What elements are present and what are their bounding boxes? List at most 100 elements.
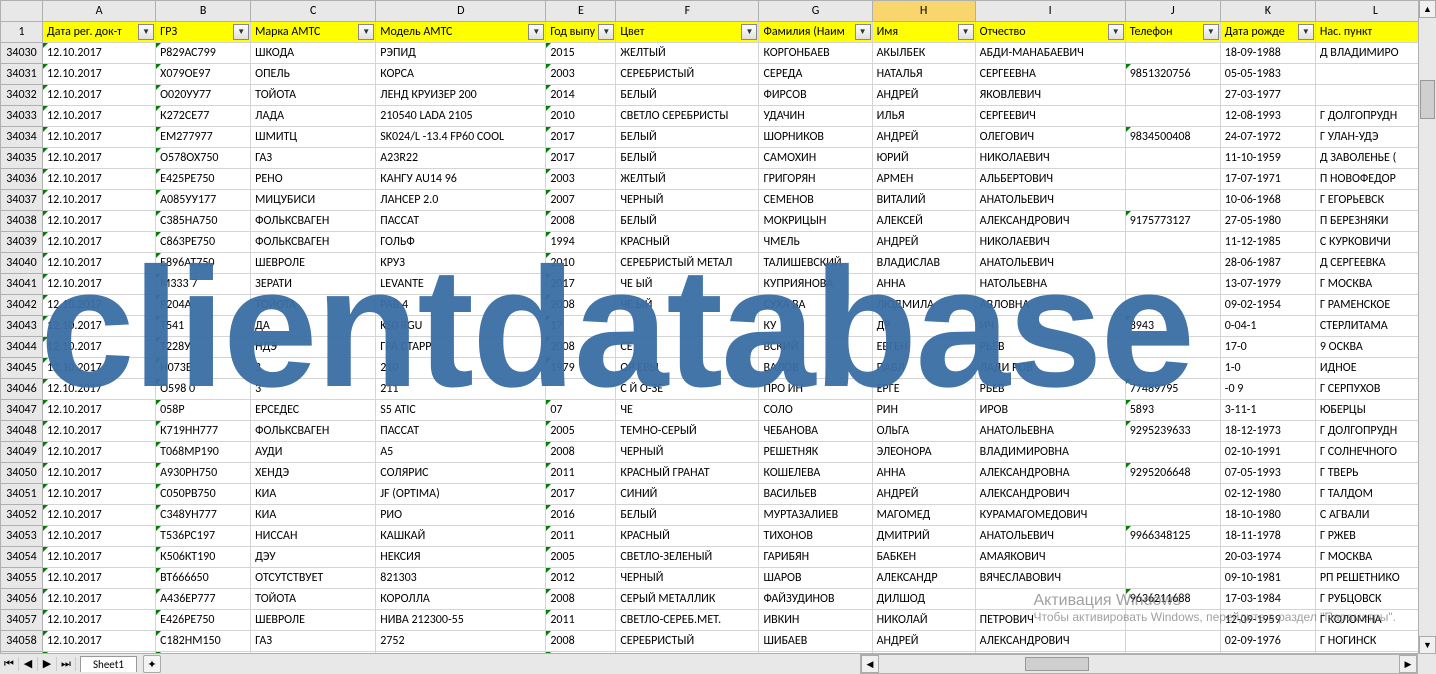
cell[interactable]: ГОЛЬФ [376, 232, 546, 253]
cell[interactable]: ЕВГЕН [872, 337, 975, 358]
add-sheet-button[interactable]: ✦ [143, 655, 161, 673]
cell[interactable]: РЬЕВ [975, 379, 1125, 400]
cell[interactable]: 10-06-1968 [1220, 190, 1315, 211]
cell[interactable]: 12.10.2017 [43, 253, 156, 274]
cell[interactable] [1125, 547, 1220, 568]
filter-dropdown-icon[interactable]: ▼ [741, 24, 757, 40]
cell[interactable]: КОРОЛЛА [376, 589, 546, 610]
row-header[interactable]: 34037 [1, 190, 43, 211]
cell[interactable]: МОКРИЦЫН [759, 211, 872, 232]
cell[interactable] [1125, 106, 1220, 127]
vertical-scrollbar[interactable]: ▲ ▼ [1418, 0, 1436, 654]
row-header[interactable]: 34053 [1, 526, 43, 547]
cell[interactable] [1125, 631, 1220, 652]
cell[interactable]: 9834500408 [1125, 127, 1220, 148]
cell[interactable]: ТАЛИШЕВСКИЙ [759, 253, 872, 274]
cell[interactable]: 211 [376, 379, 546, 400]
cell[interactable]: АНАТОЛЬЕВИЧ [975, 253, 1125, 274]
row-header[interactable]: 34042 [1, 295, 43, 316]
cell[interactable]: ШЕВРОЛЕ [251, 253, 376, 274]
cell[interactable]: АНДРЕЙ [872, 85, 975, 106]
row-header[interactable]: 34057 [1, 610, 43, 631]
cell[interactable]: К506КТ190 [156, 547, 251, 568]
cell[interactable]: ЧЕРНЫЙ [616, 442, 759, 463]
cell[interactable]: 9966348125 [1125, 526, 1220, 547]
cell[interactable]: 12.10.2017 [43, 505, 156, 526]
cell[interactable]: Н073Е [156, 358, 251, 379]
select-all-corner[interactable] [1, 1, 43, 22]
cell[interactable]: РАВ 4 [376, 295, 546, 316]
cell[interactable]: АННА [872, 463, 975, 484]
cell[interactable]: 2008 [546, 442, 616, 463]
row-header[interactable]: 34040 [1, 253, 43, 274]
scroll-down-arrow[interactable]: ▼ [1419, 636, 1436, 654]
cell[interactable]: 12.10.2017 [43, 211, 156, 232]
cell[interactable]: 2003 [546, 64, 616, 85]
cell[interactable]: 12.10.2017 [43, 316, 156, 337]
cell[interactable]: СЕМЕНОВ [759, 190, 872, 211]
cell[interactable]: С Й О-ЗЕ [616, 379, 759, 400]
cell[interactable]: БЕЛЫЙ [616, 505, 759, 526]
cell[interactable]: Т228У [156, 337, 251, 358]
cell[interactable]: 2008 [546, 589, 616, 610]
cell[interactable]: ДР [872, 316, 975, 337]
filter-header[interactable]: ГРЗ▼ [156, 22, 251, 43]
cell[interactable]: МАГОМЕД [872, 505, 975, 526]
cell[interactable]: 05-05-1983 [1220, 64, 1315, 85]
cell[interactable]: ГАЗ [251, 631, 376, 652]
row-header[interactable]: 34031 [1, 64, 43, 85]
cell[interactable]: Т541 [156, 316, 251, 337]
cell[interactable]: KS0 RGU [376, 316, 546, 337]
cell[interactable]: ОР ЕВЫ [616, 358, 759, 379]
cell[interactable]: SK024/L -13.4 FP60 COOL [376, 127, 546, 148]
cell[interactable]: JF (OPTIMA) [376, 484, 546, 505]
column-header-J[interactable]: J [1125, 1, 1220, 22]
cell[interactable]: 07-05-1993 [1220, 463, 1315, 484]
cell[interactable]: ДЭУ [251, 547, 376, 568]
cell[interactable]: М333 7 [156, 274, 251, 295]
cell[interactable]: 2011 [546, 526, 616, 547]
column-header-H[interactable]: H [872, 1, 975, 22]
cell[interactable]: ИРОВ [975, 400, 1125, 421]
cell[interactable]: АНДРЕЙ [872, 631, 975, 652]
row-header[interactable]: 34036 [1, 169, 43, 190]
cell[interactable]: ВАСИЛЬЕВ [759, 484, 872, 505]
row-header[interactable]: 34034 [1, 127, 43, 148]
cell[interactable]: 07 [546, 400, 616, 421]
cell[interactable]: С863РЕ750 [156, 232, 251, 253]
cell[interactable]: ЧЕРНЫЙ [616, 568, 759, 589]
cell[interactable]: 17 [546, 316, 616, 337]
cell[interactable]: АНАТОЛЬЕВНА [975, 421, 1125, 442]
cell[interactable]: АНДРЕЙ [872, 484, 975, 505]
cell[interactable]: 02-12-1980 [1220, 484, 1315, 505]
filter-dropdown-icon[interactable]: ▼ [358, 24, 374, 40]
cell[interactable]: СУХА ВА [759, 295, 872, 316]
cell[interactable]: 18-12-1973 [1220, 421, 1315, 442]
filter-dropdown-icon[interactable]: ▼ [1203, 24, 1219, 40]
cell[interactable]: СЕРГЕЕВИЧ [975, 106, 1125, 127]
cell[interactable]: 12-08-1993 [1220, 106, 1315, 127]
cell[interactable]: КОШЕЛЕВА [759, 463, 872, 484]
cell[interactable]: 17-03-1984 [1220, 589, 1315, 610]
cell[interactable]: 12.10.2017 [43, 106, 156, 127]
cell[interactable]: А085УУ177 [156, 190, 251, 211]
cell[interactable]: 11-10-1959 [1220, 148, 1315, 169]
cell[interactable]: ЛЕНД КРУИЗЕР 200 [376, 85, 546, 106]
cell[interactable]: ЯКОВЛЕВИЧ [975, 85, 1125, 106]
cell[interactable]: ЕРГЕ [872, 379, 975, 400]
cell[interactable]: АЛЕКСАНДР [872, 568, 975, 589]
cell[interactable]: 12.10.2017 [43, 568, 156, 589]
cell[interactable]: ЕРСЕДЕС [251, 400, 376, 421]
column-header-C[interactable]: C [251, 1, 376, 22]
cell[interactable]: Е426РЕ750 [156, 610, 251, 631]
cell[interactable]: 2011 [546, 610, 616, 631]
cell[interactable]: АННА [872, 274, 975, 295]
cell[interactable]: АНДРЕЙ [872, 232, 975, 253]
cell[interactable]: 2016 [546, 505, 616, 526]
horizontal-scroll-thumb[interactable] [1025, 657, 1089, 671]
cell[interactable]: Т536РС197 [156, 526, 251, 547]
cell[interactable]: 2017 [546, 127, 616, 148]
sheet-nav-next[interactable]: ▶ [38, 657, 57, 671]
filter-header[interactable]: Фамилия (Наим▼ [759, 22, 872, 43]
cell[interactable]: СЕРЫЙ МЕТАЛЛИК [616, 589, 759, 610]
